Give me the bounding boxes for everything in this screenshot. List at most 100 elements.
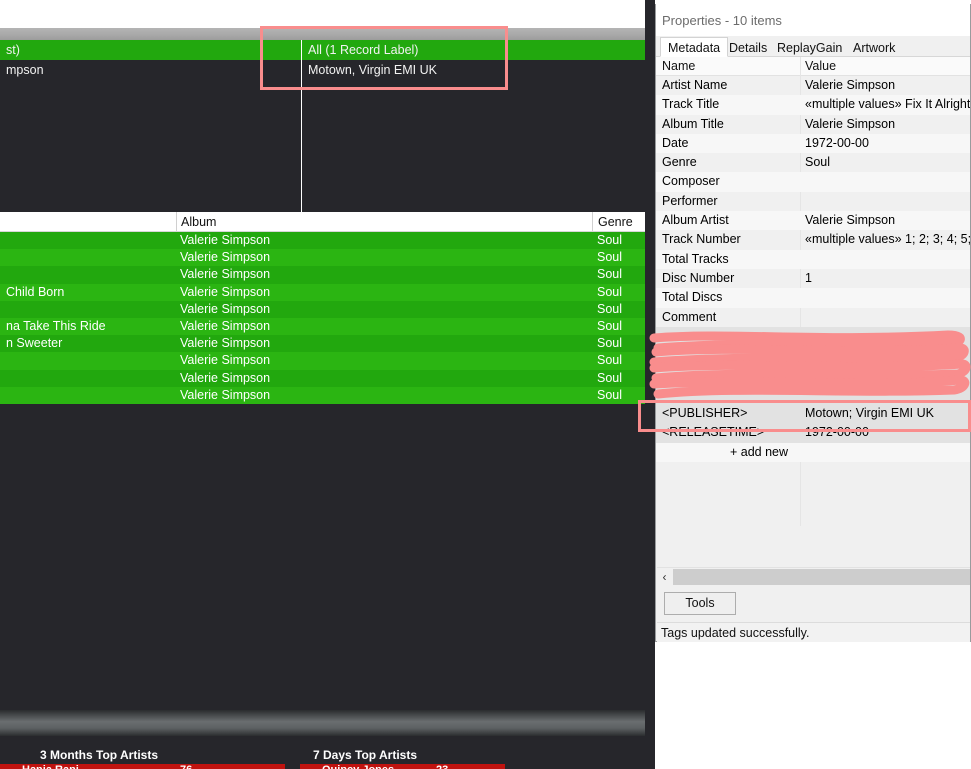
metadata-key: Total Discs — [662, 290, 723, 305]
column-header-title[interactable] — [0, 212, 175, 231]
metadata-row-redacted[interactable] — [656, 365, 970, 385]
metadata-key: Album Title — [662, 116, 724, 131]
filter-row[interactable]: st) All (1 Record Label) — [0, 40, 655, 60]
table-row[interactable]: Valerie Simpson Soul — [0, 232, 655, 250]
tab-replaygain[interactable]: ReplayGain — [769, 37, 850, 57]
cell-album: Valerie Simpson — [180, 318, 271, 333]
table-row[interactable]: Child Born Valerie Simpson Soul — [0, 283, 655, 301]
metadata-value[interactable]: «multiple values» Fix It Alright; I — [805, 95, 970, 114]
stats-block-3-months: 3 Months Top Artists — [40, 748, 158, 762]
metadata-row[interactable]: Album Title Valerie Simpson — [656, 115, 970, 134]
metadata-key: Artist Name — [662, 78, 728, 92]
horizontal-scrollbar[interactable]: ‹ — [657, 567, 970, 586]
add-new-label: + add new — [730, 444, 789, 459]
metadata-rows: Artist Name Valerie Simpson Track Title … — [656, 76, 970, 526]
stats-entry-name: Hania Rani — [22, 764, 79, 769]
tab-artwork[interactable]: Artwork — [845, 37, 903, 57]
table-row[interactable]: Valerie Simpson Soul — [0, 386, 655, 404]
tools-button[interactable]: Tools — [664, 592, 736, 615]
metadata-key: Date — [662, 135, 689, 150]
chevron-left-icon[interactable]: ‹ — [657, 568, 672, 586]
metadata-key: Genre — [662, 155, 697, 170]
tab-details[interactable]: Details — [721, 37, 775, 57]
dialog-tabstrip: Metadata Details ReplayGain Artwork — [656, 36, 970, 57]
metadata-row[interactable]: Comment — [656, 308, 970, 327]
metadata-value[interactable]: Valerie Simpson — [805, 115, 970, 134]
table-row[interactable]: Valerie Simpson Soul — [0, 369, 655, 387]
cell-title — [0, 387, 175, 404]
filter-artist-cell[interactable]: st) — [0, 40, 300, 60]
dialog-title: Properties - 10 items — [662, 13, 782, 28]
metadata-row-publisher[interactable]: <PUBLISHER> Motown; Virgin EMI UK — [656, 404, 970, 424]
metadata-value[interactable]: Valerie Simpson — [805, 76, 970, 95]
stats-block-7-days: 7 Days Top Artists — [313, 748, 417, 762]
metadata-row-redacted[interactable] — [656, 326, 970, 347]
track-list: Album Genre Valerie Simpson Soul Valerie… — [0, 212, 655, 404]
cell-album: Valerie Simpson — [180, 370, 271, 385]
stats-bar[interactable]: Quincy Jones 23 — [300, 764, 505, 769]
metadata-row[interactable]: Genre Soul — [656, 153, 970, 172]
metadata-row[interactable]: Track Title «multiple values» Fix It Alr… — [656, 95, 970, 115]
metadata-row[interactable]: Total Tracks — [656, 249, 970, 269]
filter-record-label-cell[interactable]: All (1 Record Label) — [303, 40, 655, 60]
metadata-value[interactable]: 1972-00-00 — [805, 423, 970, 442]
table-row[interactable]: Valerie Simpson Soul — [0, 352, 655, 370]
metadata-row[interactable]: Album Artist Valerie Simpson — [656, 211, 970, 231]
metadata-row-redacted[interactable] — [656, 346, 970, 366]
column-header-value[interactable]: Value — [805, 57, 836, 75]
cell-title — [0, 301, 175, 318]
track-list-header: Album Genre — [0, 212, 655, 232]
filter-grid-header — [0, 28, 655, 40]
metadata-key: Disc Number — [662, 270, 735, 285]
metadata-value[interactable]: Valerie Simpson — [805, 211, 970, 230]
stats-title: 7 Days Top Artists — [313, 748, 418, 762]
stats-entry-count: 76 — [180, 764, 192, 769]
filter-artist-cell[interactable]: mpson — [0, 60, 300, 80]
panel-divider[interactable] — [0, 710, 655, 736]
metadata-row[interactable]: Total Discs — [656, 288, 970, 308]
player-right-edge — [645, 0, 655, 769]
add-new-row-button[interactable]: + add new — [656, 442, 970, 462]
filter-row[interactable]: mpson Motown, Virgin EMI UK — [0, 60, 655, 80]
filter-column-separator — [301, 40, 302, 212]
table-row[interactable]: Valerie Simpson Soul — [0, 300, 655, 318]
metadata-key: Track Number — [662, 232, 741, 247]
cell-title — [0, 352, 175, 369]
metadata-row-redacted[interactable] — [656, 384, 970, 405]
scrollbar-thumb[interactable] — [673, 569, 970, 585]
table-row[interactable]: Valerie Simpson Soul — [0, 266, 655, 284]
metadata-key: <RELEASETIME> — [662, 425, 765, 440]
stats-bar[interactable]: Hania Rani 76 — [0, 764, 285, 769]
metadata-row-releasetime[interactable]: <RELEASETIME> 1972-00-00 — [656, 423, 970, 443]
metadata-value[interactable]: 1 — [805, 269, 970, 288]
metadata-row[interactable]: Composer — [656, 172, 970, 192]
track-list-rows: Valerie Simpson Soul Valerie Simpson Sou… — [0, 232, 655, 404]
cell-title — [0, 266, 175, 283]
table-row[interactable]: Valerie Simpson Soul — [0, 249, 655, 267]
screen-root: st) All (1 Record Label) mpson Motown, V… — [0, 0, 971, 769]
column-header-name[interactable]: Name — [662, 57, 695, 75]
dialog-titlebar[interactable]: Properties - 10 items — [656, 4, 970, 36]
column-header-album[interactable]: Album — [176, 212, 591, 231]
stats-title: 3 Months Top Artists — [40, 748, 158, 762]
metadata-row[interactable]: Track Number «multiple values» 1; 2; 3; … — [656, 230, 970, 249]
metadata-value[interactable]: Soul — [805, 153, 970, 172]
metadata-row[interactable]: Disc Number 1 — [656, 269, 970, 288]
metadata-value[interactable]: «multiple values» 1; 2; 3; 4; 5; 6; — [805, 230, 970, 249]
metadata-value[interactable]: 1972-00-00 — [805, 134, 970, 153]
table-row[interactable]: na Take This Ride Valerie Simpson Soul — [0, 317, 655, 336]
cell-album: Valerie Simpson — [180, 336, 271, 351]
player-top-strip — [0, 0, 655, 28]
filter-record-label-cell[interactable]: Motown, Virgin EMI UK — [303, 60, 655, 80]
cell-album: Valerie Simpson — [180, 250, 271, 265]
metadata-row[interactable]: Artist Name Valerie Simpson — [656, 76, 970, 95]
cell-album: Valerie Simpson — [180, 284, 271, 299]
metadata-value[interactable]: Motown; Virgin EMI UK — [805, 404, 970, 423]
filter-panel: st) All (1 Record Label) mpson Motown, V… — [0, 40, 655, 212]
metadata-key: Album Artist — [662, 213, 729, 228]
metadata-row[interactable]: Performer — [656, 192, 970, 211]
tab-metadata[interactable]: Metadata — [660, 37, 729, 57]
metadata-row[interactable]: Date 1972-00-00 — [656, 133, 970, 154]
table-row[interactable]: n Sweeter Valerie Simpson Soul — [0, 335, 655, 353]
cell-title — [0, 370, 175, 387]
